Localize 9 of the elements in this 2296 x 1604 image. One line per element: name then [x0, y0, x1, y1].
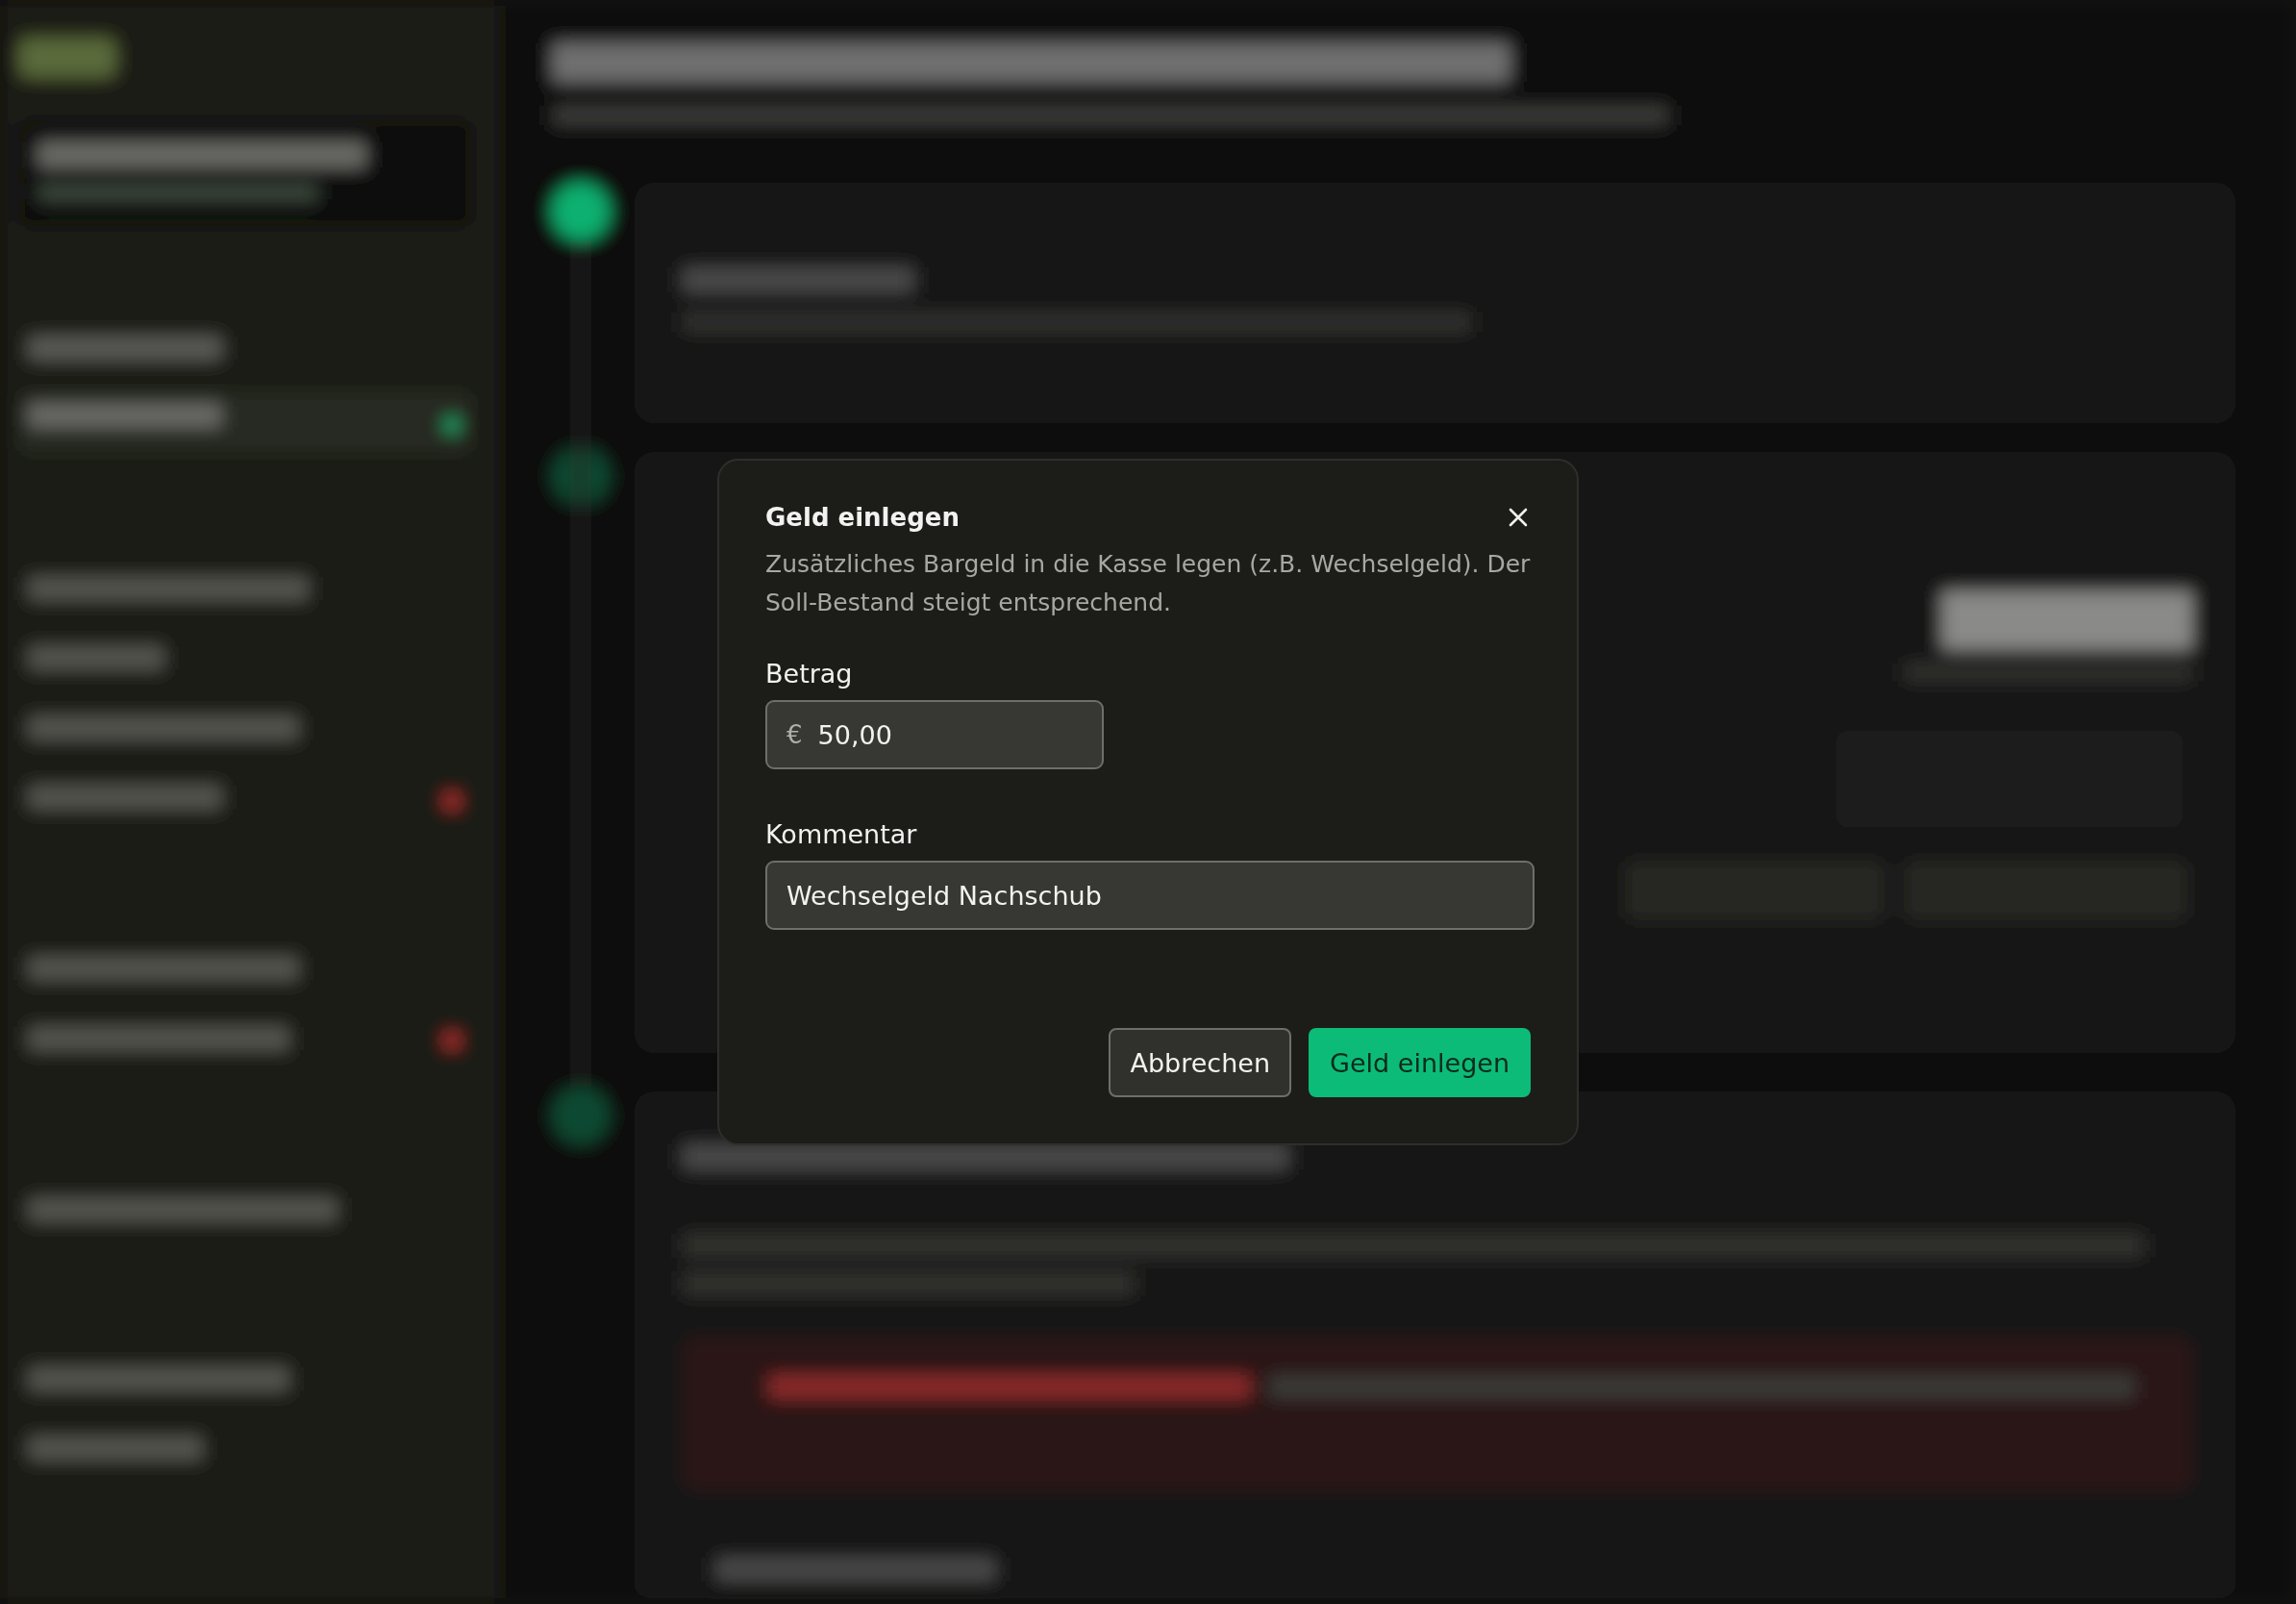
field-label: Kommentar	[765, 819, 917, 849]
cancel-button[interactable]: Abbrechen	[1109, 1028, 1292, 1097]
dialog-description: Zusätzliches Bargeld in die Kasse legen (z.B. Wechselgeld). Der Soll-Bestand steigt entsprechend.	[765, 549, 1531, 618]
field-label: Betrag	[765, 659, 853, 689]
input-field[interactable]: Wechselgeld Nachschub	[765, 861, 1535, 930]
dialog-title: Geld einlegen	[765, 503, 960, 532]
close-icon	[1508, 507, 1529, 528]
confirm-button[interactable]: Geld einlegen	[1309, 1028, 1531, 1097]
input-field[interactable]: € 50,00	[765, 700, 1104, 769]
